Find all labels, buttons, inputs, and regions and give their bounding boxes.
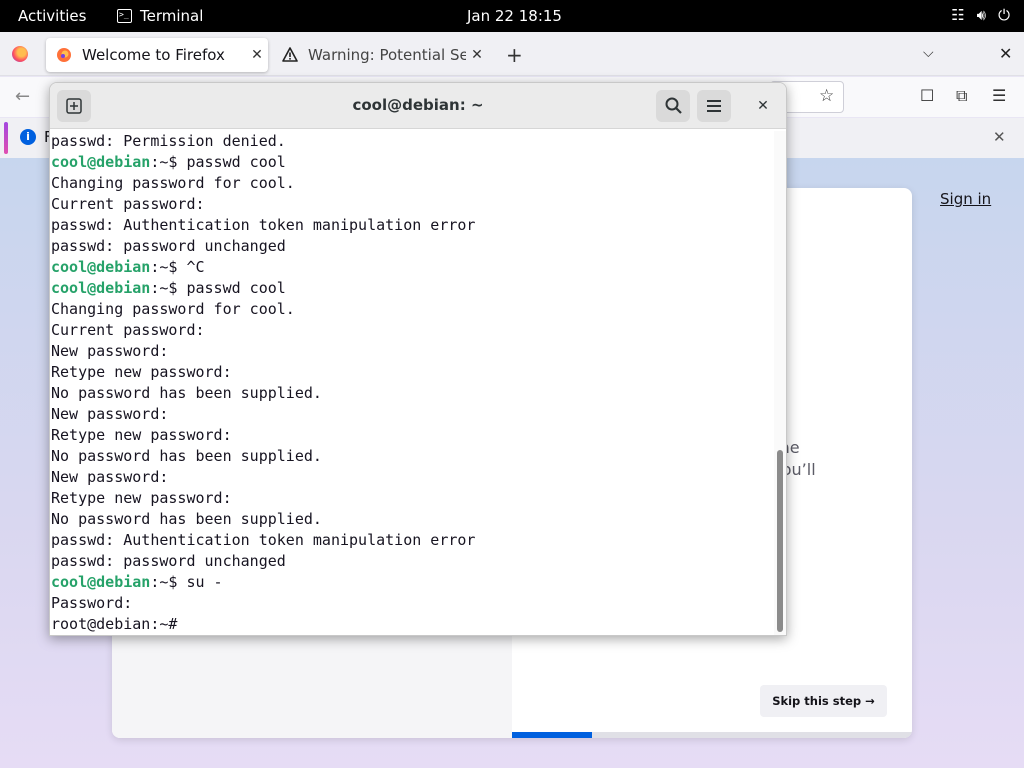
- close-tab-icon[interactable]: ✕: [246, 47, 268, 63]
- line-text: root@debian:~#: [51, 615, 178, 633]
- bookmark-star-icon[interactable]: ☆: [819, 86, 834, 106]
- new-tab-icon[interactable]: +: [506, 43, 523, 67]
- terminal-line: Current password:: [51, 320, 773, 341]
- terminal-line: No password has been supplied.: [51, 383, 773, 404]
- prompt-user-host: cool@debian: [51, 258, 151, 276]
- tab-welcome[interactable]: Welcome to Firefox ✕: [46, 38, 268, 72]
- hamburger-menu-icon: [707, 100, 721, 112]
- terminal-line: Retype new password:: [51, 425, 773, 446]
- line-text: passwd: password unchanged: [51, 237, 286, 255]
- chevron-down-icon[interactable]: ⌵: [923, 45, 934, 61]
- line-text: No password has been supplied.: [51, 447, 322, 465]
- line-text: Retype new password:: [51, 363, 232, 381]
- app-menu[interactable]: >_ Terminal: [117, 7, 203, 25]
- terminal-line: cool@debian:~$ ^C: [51, 257, 773, 278]
- firefox-tab-bar: Welcome to Firefox ✕ Warning: Potential …: [0, 32, 1024, 76]
- terminal-line: Retype new password:: [51, 362, 773, 383]
- pocket-icon[interactable]: ☐: [920, 86, 934, 105]
- terminal-line: cool@debian:~$ passwd cool: [51, 278, 773, 299]
- terminal-window[interactable]: cool@debian: ~ ✕ passwd: Permission deni…: [49, 82, 787, 636]
- terminal-line: Password:: [51, 593, 773, 614]
- top-bar: Activities >_ Terminal Jan 22 18:15 ☷ 🔊︎…: [0, 0, 1024, 32]
- terminal-icon: >_: [117, 9, 132, 23]
- firefox-view-icon[interactable]: [12, 46, 28, 62]
- firefox-favicon-icon: [56, 47, 72, 63]
- terminal-output[interactable]: passwd: Permission denied. cool@debian:~$…: [51, 131, 773, 635]
- terminal-line: New password:: [51, 341, 773, 362]
- skip-step-button[interactable]: Skip this step →: [760, 685, 887, 717]
- notice-accent: [4, 122, 8, 154]
- line-text: passwd: Authentication token manipulatio…: [51, 216, 476, 234]
- terminal-line: New password:: [51, 467, 773, 488]
- app-name: Terminal: [140, 7, 204, 25]
- prompt-user-host: cool@debian: [51, 153, 151, 171]
- line-text: Password:: [51, 594, 133, 612]
- line-text: :~$ ^C: [150, 258, 205, 276]
- terminal-line: Changing password for cool.: [51, 299, 773, 320]
- tab-title: Warning: Potential Securit: [308, 46, 466, 64]
- line-text: :~$ passwd cool: [150, 153, 286, 171]
- back-arrow-icon[interactable]: ←: [15, 86, 30, 107]
- scrollbar-thumb[interactable]: [777, 449, 783, 632]
- close-icon[interactable]: ✕: [750, 94, 776, 118]
- terminal-line: passwd: password unchanged: [51, 551, 773, 572]
- menu-button[interactable]: [697, 90, 731, 122]
- line-text: :~$ su -: [150, 573, 223, 591]
- scrollbar[interactable]: [774, 131, 786, 635]
- terminal-line: cool@debian:~$ passwd cool: [51, 152, 773, 173]
- terminal-line: passwd: Authentication token manipulatio…: [51, 215, 773, 236]
- network-icon: ☷: [951, 6, 965, 24]
- line-text: No password has been supplied.: [51, 510, 322, 528]
- sign-in-link[interactable]: Sign in: [940, 190, 991, 208]
- line-text: passwd: password unchanged: [51, 552, 286, 570]
- terminal-line: passwd: Authentication token manipulatio…: [51, 530, 773, 551]
- terminal-line: No password has been supplied.: [51, 509, 773, 530]
- line-text: passwd: Permission denied.: [51, 132, 286, 150]
- terminal-line: No password has been supplied.: [51, 446, 773, 467]
- line-text: New password:: [51, 468, 169, 486]
- extensions-icon[interactable]: ⧉: [956, 86, 967, 106]
- close-tab-icon[interactable]: ✕: [466, 47, 488, 63]
- close-window-icon[interactable]: ✕: [999, 44, 1012, 63]
- line-text: Current password:: [51, 321, 205, 339]
- line-text: New password:: [51, 405, 169, 423]
- line-text: passwd: Authentication token manipulatio…: [51, 531, 476, 549]
- terminal-line: cool@debian:~$ su -: [51, 572, 773, 593]
- line-text: Changing password for cool.: [51, 300, 295, 318]
- terminal-line: Retype new password:: [51, 488, 773, 509]
- prompt-user-host: cool@debian: [51, 279, 151, 297]
- line-text: Retype new password:: [51, 489, 232, 507]
- terminal-header-bar[interactable]: cool@debian: ~ ✕: [50, 83, 786, 129]
- hamburger-menu-icon[interactable]: ☰: [992, 86, 1006, 105]
- warning-icon: [282, 47, 298, 63]
- line-text: Retype new password:: [51, 426, 232, 444]
- line-text: New password:: [51, 342, 169, 360]
- prompt-user-host: cool@debian: [51, 573, 151, 591]
- terminal-line: Current password:: [51, 194, 773, 215]
- terminal-line: Changing password for cool.: [51, 173, 773, 194]
- terminal-line: New password:: [51, 404, 773, 425]
- tab-warning[interactable]: Warning: Potential Securit ✕: [272, 38, 488, 72]
- info-icon: i: [20, 129, 36, 145]
- close-notice-icon[interactable]: ✕: [993, 128, 1006, 146]
- terminal-line: root@debian:~#: [51, 614, 773, 635]
- power-icon: ⏻: [998, 6, 1010, 24]
- volume-icon: 🔊︎: [976, 6, 987, 24]
- terminal-line: passwd: Permission denied.: [51, 131, 773, 152]
- line-text: Changing password for cool.: [51, 174, 295, 192]
- search-icon: [665, 97, 682, 114]
- activities-button[interactable]: Activities: [18, 7, 86, 25]
- line-text: :~$ passwd cool: [150, 279, 286, 297]
- line-text: No password has been supplied.: [51, 384, 322, 402]
- clock[interactable]: Jan 22 18:15: [467, 7, 562, 25]
- tab-title: Welcome to Firefox: [82, 46, 225, 64]
- terminal-line: passwd: password unchanged: [51, 236, 773, 257]
- search-button[interactable]: [656, 90, 690, 122]
- system-menu[interactable]: ☷ 🔊︎ ⏻: [951, 6, 1010, 24]
- onboarding-progress: [512, 732, 912, 738]
- progress-fill: [512, 732, 592, 738]
- line-text: Current password:: [51, 195, 205, 213]
